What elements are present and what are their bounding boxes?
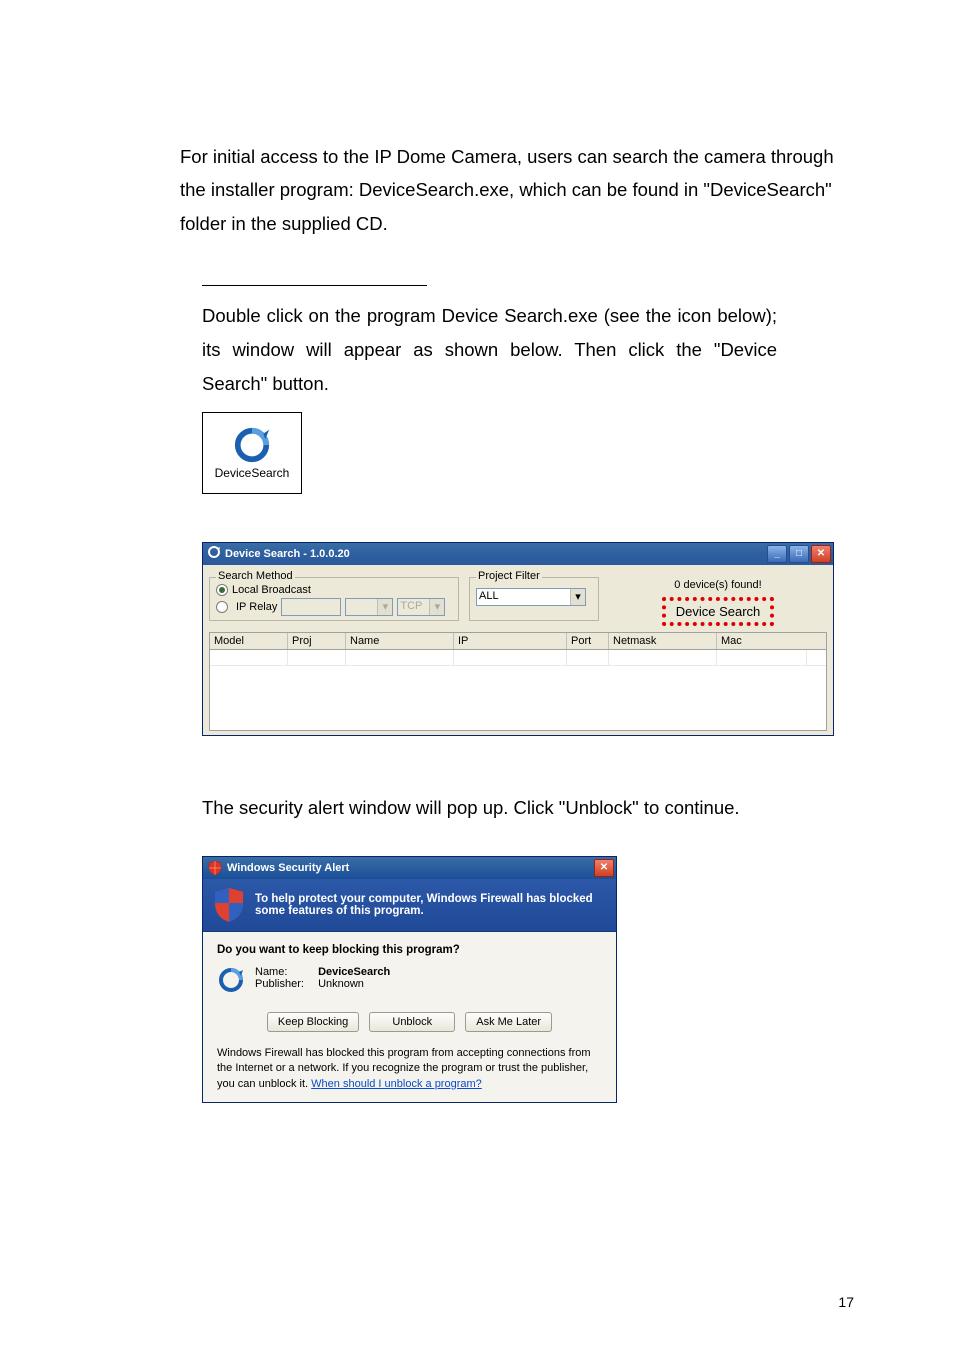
project-filter-legend: Project Filter (476, 570, 542, 582)
device-search-icon-label: DeviceSearch (215, 466, 290, 480)
when-unblock-link[interactable]: When should I unblock a program? (311, 1078, 482, 1090)
shield-icon (213, 887, 245, 923)
ip-relay-radio[interactable] (216, 601, 228, 613)
security-alert-window: Windows Security Alert ✕ To help protect… (202, 856, 617, 1103)
name-label: Name: (255, 966, 315, 978)
maximize-button[interactable]: □ (789, 545, 809, 563)
search-method-group: Search Method Local Broadcast IP Relay ▾… (209, 577, 459, 621)
minimize-button[interactable]: _ (767, 545, 787, 563)
col-model[interactable]: Model (210, 633, 288, 649)
chevron-down-icon: ▾ (429, 599, 444, 615)
close-button[interactable]: ✕ (811, 545, 831, 563)
ip-relay-host-input[interactable] (281, 598, 341, 616)
project-filter-group: Project Filter ALL ▾ (469, 577, 599, 621)
sa-footer: Windows Firewall has blocked this progra… (217, 1046, 602, 1092)
table-row (210, 650, 826, 666)
col-port[interactable]: Port (567, 633, 609, 649)
col-proj[interactable]: Proj (288, 633, 346, 649)
sa-window-title: Windows Security Alert (227, 862, 594, 874)
ask-me-later-button[interactable]: Ask Me Later (465, 1012, 552, 1032)
unblock-button[interactable]: Unblock (369, 1012, 455, 1032)
col-netmask[interactable]: Netmask (609, 633, 717, 649)
keep-blocking-button[interactable]: Keep Blocking (267, 1012, 359, 1032)
close-button[interactable]: ✕ (594, 859, 614, 877)
program-name: DeviceSearch (318, 966, 390, 978)
intro-paragraph: For initial access to the IP Dome Camera… (180, 140, 854, 240)
sa-question: Do you want to keep blocking this progra… (217, 944, 602, 956)
sa-titlebar: Windows Security Alert ✕ (203, 857, 616, 879)
program-icon (217, 966, 245, 994)
chevron-down-icon: ▾ (570, 589, 585, 605)
device-search-icon (233, 426, 271, 464)
search-method-legend: Search Method (216, 570, 295, 582)
device-table: Model Proj Name IP Port Netmask Mac (209, 632, 827, 731)
ip-relay-type-select[interactable]: ▾ (345, 598, 393, 616)
local-broadcast-label: Local Broadcast (232, 584, 311, 596)
device-search-button[interactable]: Device Search (662, 597, 775, 626)
ds-window-title: Device Search - 1.0.0.20 (225, 548, 767, 560)
col-mac[interactable]: Mac (717, 633, 807, 649)
step-block: Double click on the program Device Searc… (202, 285, 777, 736)
step-heading-rule (202, 285, 427, 293)
publisher-label: Publisher: (255, 978, 315, 990)
ip-relay-proto-select[interactable]: TCP▾ (397, 598, 445, 616)
col-ip[interactable]: IP (454, 633, 567, 649)
col-name[interactable]: Name (346, 633, 454, 649)
step-text: Double click on the program Device Searc… (202, 299, 777, 402)
sa-banner: To help protect your computer, Windows F… (203, 879, 616, 932)
device-search-window: Device Search - 1.0.0.20 _ □ ✕ Search Me… (202, 542, 834, 736)
ds-titlebar: Device Search - 1.0.0.20 _ □ ✕ (203, 543, 833, 565)
publisher-value: Unknown (318, 978, 364, 990)
local-broadcast-radio[interactable] (216, 584, 228, 596)
security-alert-icon (207, 860, 223, 876)
ip-relay-label: IP Relay (236, 601, 277, 613)
after-ds-text: The security alert window will pop up. C… (202, 791, 854, 824)
sa-banner-text: To help protect your computer, Windows F… (255, 893, 606, 917)
device-search-title-icon (207, 545, 221, 562)
devices-found-label: 0 device(s) found! (609, 579, 827, 591)
page-number: 17 (838, 1294, 854, 1310)
device-search-shortcut: DeviceSearch (202, 412, 302, 494)
chevron-down-icon: ▾ (377, 599, 392, 615)
project-filter-select[interactable]: ALL ▾ (476, 588, 586, 606)
